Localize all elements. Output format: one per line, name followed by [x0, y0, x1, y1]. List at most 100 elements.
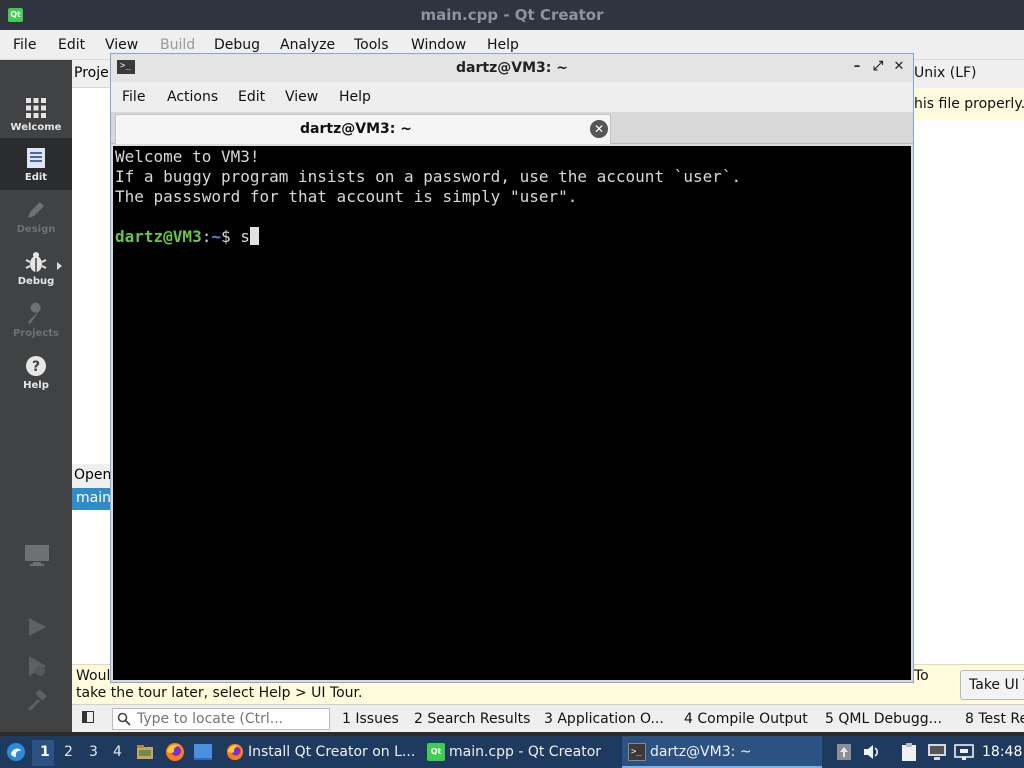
clipboard-icon[interactable] — [900, 742, 918, 762]
monitor-icon[interactable] — [24, 544, 50, 568]
mode-design[interactable]: Design — [0, 190, 72, 242]
tour-text-tail: To — [914, 668, 929, 684]
hammer-icon[interactable] — [26, 690, 48, 712]
mode-label: Edit — [24, 172, 48, 183]
grid-icon — [26, 98, 46, 118]
line-ending-selector[interactable]: Unix (LF) — [912, 60, 1024, 88]
tour-text-line2: take the tour later, select Help > UI To… — [76, 685, 363, 701]
mode-projects[interactable]: Projects — [0, 294, 72, 346]
volume-icon[interactable] — [862, 743, 882, 761]
tour-text: Woul — [76, 668, 111, 684]
prompt-separator: : — [201, 227, 212, 246]
debug-run-icon[interactable] — [26, 654, 48, 678]
mode-edit[interactable]: Edit — [0, 138, 72, 190]
qt-menu-tools[interactable]: Tools — [354, 37, 389, 53]
sidebar-toggle-icon[interactable] — [82, 711, 94, 723]
show-desktop-icon[interactable] — [193, 743, 213, 761]
pane-issues[interactable]: 1 Issues — [342, 711, 399, 727]
term-menu-edit[interactable]: Edit — [238, 89, 265, 105]
terminal-icon: >_ — [628, 743, 646, 761]
qt-titlebar: Qt main.cpp - Qt Creator — [0, 0, 1024, 30]
qt-menu-file[interactable]: File — [13, 37, 36, 53]
mode-label: Help — [23, 380, 49, 391]
minimize-icon[interactable]: – — [848, 58, 866, 76]
firefox-icon[interactable] — [165, 742, 185, 762]
prompt-dollar: $ — [220, 227, 241, 246]
chevron-right-icon — [57, 262, 62, 270]
workspace-1[interactable]: 1 — [40, 744, 50, 760]
terminal-line: The passsword for that account is simply… — [115, 187, 578, 206]
terminal-output[interactable]: Welcome to VM3! If a buggy program insis… — [113, 146, 911, 680]
search-icon — [117, 712, 131, 726]
terminal-tab-label: dartz@VM3: ~ — [300, 121, 412, 137]
qt-menu-help[interactable]: Help — [487, 37, 519, 53]
close-icon[interactable]: ✕ — [890, 58, 908, 76]
file-manager-icon[interactable] — [136, 743, 154, 761]
mode-label: Projects — [12, 328, 59, 339]
terminal-title: dartz@VM3: ~ — [456, 60, 568, 76]
locator-input[interactable] — [137, 710, 327, 728]
qt-menu-view[interactable]: View — [105, 37, 138, 53]
task-firefox[interactable]: Install Qt Creator on L... — [226, 736, 420, 768]
task-qt-creator[interactable]: Qt main.cpp - Qt Creator — [427, 736, 617, 768]
open-document-item[interactable]: main — [72, 488, 112, 510]
workspace-4[interactable]: 4 — [113, 744, 122, 760]
maximize-icon[interactable]: ⤢ — [869, 58, 887, 76]
qt-menu-analyze[interactable]: Analyze — [280, 37, 335, 53]
pane-qml-debugger[interactable]: 5 QML Debugg... — [825, 711, 942, 727]
qt-window-title: main.cpp - Qt Creator — [420, 6, 604, 24]
pane-test-results[interactable]: 8 Test Re — [965, 711, 1024, 727]
terminal-menubar: File Actions Edit View Help — [111, 82, 913, 112]
updates-icon[interactable] — [836, 743, 852, 761]
projects-pane-header[interactable]: Proje — [72, 60, 112, 88]
qt-mode-selector: Welcome Edit Design Debug Projects ? Hel… — [0, 60, 72, 732]
mode-label: Welcome — [10, 122, 62, 133]
qt-menu-build[interactable]: Build — [160, 37, 195, 53]
task-terminal[interactable]: >_ dartz@VM3: ~ — [622, 736, 822, 768]
svg-text:?: ? — [32, 359, 40, 375]
term-menu-help[interactable]: Help — [339, 89, 371, 105]
desktop: { "qt": { "title": "main.cpp - Qt Creato… — [0, 0, 1024, 768]
qt-menu-edit[interactable]: Edit — [58, 37, 85, 53]
terminal-line: If a buggy program insists on a password… — [115, 167, 742, 186]
taskbar: 1 2 3 4 Install Qt Creator on L... Qt ma… — [0, 736, 1024, 768]
qt-menu-debug[interactable]: Debug — [214, 37, 260, 53]
terminal-tabbar: dartz@VM3: ~ ✕ — [111, 112, 913, 144]
display-icon[interactable] — [927, 743, 947, 761]
projects-tree[interactable] — [72, 88, 112, 464]
qt-menu-window[interactable]: Window — [411, 37, 466, 53]
term-menu-actions[interactable]: Actions — [167, 89, 218, 105]
task-label: main.cpp - Qt Creator — [449, 744, 602, 760]
mode-label: Debug — [17, 276, 55, 287]
mode-label: Design — [16, 224, 56, 235]
firefox-icon — [226, 743, 244, 761]
pane-compile-output[interactable]: 4 Compile Output — [684, 711, 808, 727]
network-icon[interactable] — [954, 743, 974, 761]
bug-icon — [25, 252, 47, 272]
text-cursor — [249, 227, 259, 245]
terminal-line: Welcome to VM3! — [115, 147, 260, 166]
pane-search-results[interactable]: 2 Search Results — [414, 711, 530, 727]
terminal-tab[interactable]: dartz@VM3: ~ ✕ — [115, 114, 611, 144]
mode-help[interactable]: ? Help — [0, 346, 72, 398]
terminal-window: >_ dartz@VM3: ~ – ⤢ ✕ File Actions Edit … — [110, 53, 914, 683]
start-menu-icon[interactable] — [6, 742, 26, 762]
locator[interactable] — [112, 708, 330, 730]
qt-creator-icon: Qt — [427, 743, 445, 761]
document-icon — [27, 148, 45, 168]
workspace-3[interactable]: 3 — [89, 744, 98, 760]
editor-info-bar: his file properly. — [912, 88, 1024, 120]
open-documents-header[interactable]: Open — [72, 464, 112, 488]
terminal-titlebar[interactable]: >_ dartz@VM3: ~ – ⤢ ✕ — [111, 54, 913, 82]
mode-welcome[interactable]: Welcome — [0, 88, 72, 140]
term-menu-view[interactable]: View — [285, 89, 318, 105]
qt-statusbar: 1 Issues 2 Search Results 3 Application … — [72, 704, 1024, 732]
close-icon[interactable]: ✕ — [590, 120, 608, 138]
workspace-2[interactable]: 2 — [64, 744, 73, 760]
pane-application-output[interactable]: 3 Application O... — [544, 711, 664, 727]
term-menu-file[interactable]: File — [122, 89, 145, 105]
pencil-icon — [28, 202, 44, 218]
take-ui-tour-button[interactable]: Take UI T — [960, 670, 1024, 700]
run-icon[interactable] — [26, 616, 48, 638]
clock[interactable]: 18:48 — [982, 744, 1022, 760]
